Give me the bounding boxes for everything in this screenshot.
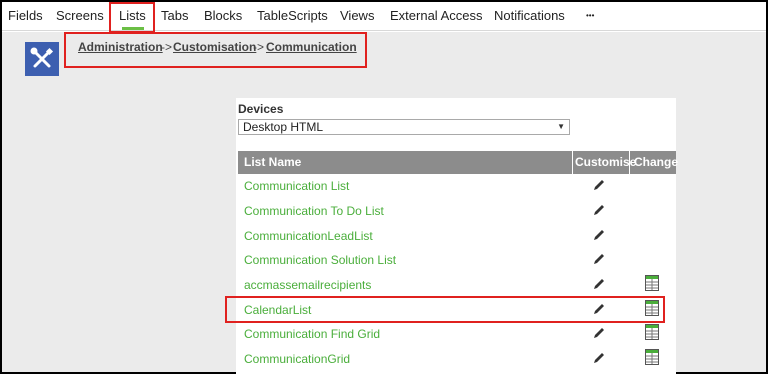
breadcrumb-item-administration[interactable]: Administration — [78, 40, 163, 54]
tab-fields[interactable]: Fields — [8, 8, 43, 23]
tab-screens[interactable]: Screens — [56, 8, 104, 23]
grid-icon[interactable] — [645, 275, 659, 291]
list-name-link[interactable]: CalendarList — [244, 303, 311, 317]
tab-tablescripts[interactable]: TableScripts — [257, 8, 328, 23]
breadcrumb-link[interactable]: Communication — [266, 40, 357, 54]
breadcrumb-separator: -> — [161, 40, 173, 54]
pencil-icon[interactable] — [592, 228, 606, 242]
grid-icon[interactable] — [645, 349, 659, 365]
table-row: Communication Solution List — [238, 248, 676, 272]
table-row: CommunicationLeadList — [238, 224, 676, 248]
pencil-icon[interactable] — [592, 277, 606, 291]
pencil-icon[interactable] — [592, 203, 606, 217]
column-header-list-name[interactable]: List Name — [244, 155, 301, 169]
chevron-down-icon: ▼ — [557, 122, 565, 131]
tools-icon — [25, 42, 59, 76]
tab-notifications[interactable]: Notifications — [494, 8, 565, 23]
pencil-icon[interactable] — [592, 302, 606, 316]
column-header-customise[interactable]: Customise — [575, 155, 636, 169]
devices-label: Devices — [238, 102, 284, 116]
breadcrumb-link[interactable]: Administration — [78, 40, 163, 54]
list-name-link[interactable]: CommunicationGrid — [244, 352, 350, 366]
pencil-icon[interactable] — [592, 326, 606, 340]
table-header: List Name Customise Change — [238, 151, 678, 174]
table-row: Communication List — [238, 174, 676, 198]
table-row: Communication To Do List — [238, 199, 676, 223]
breadcrumb-item-customisation[interactable]: Customisation — [173, 40, 256, 54]
breadcrumb-separator: -> — [253, 40, 265, 54]
devices-select-value: Desktop HTML — [243, 120, 324, 134]
top-nav: Fields Screens Lists Tabs Blocks TableSc… — [2, 2, 766, 31]
tab-external-access[interactable]: External Access — [390, 8, 483, 23]
breadcrumb-item-communication[interactable]: Communication — [266, 40, 357, 54]
list-name-link[interactable]: CommunicationLeadList — [244, 229, 373, 243]
table-row: CommunicationGrid — [238, 347, 676, 371]
table-row: CalendarList — [238, 298, 676, 322]
tab-views[interactable]: Views — [340, 8, 374, 23]
active-tab-indicator — [122, 27, 144, 30]
breadcrumb-link[interactable]: Customisation — [173, 40, 256, 54]
grid-icon[interactable] — [645, 324, 659, 340]
grid-icon[interactable] — [645, 300, 659, 316]
more-tabs-icon[interactable]: ••• — [586, 11, 594, 20]
tab-tabs[interactable]: Tabs — [161, 8, 188, 23]
pencil-icon[interactable] — [592, 351, 606, 365]
list-name-link[interactable]: Communication To Do List — [244, 204, 384, 218]
column-divider — [572, 151, 573, 174]
table-row: accmassemailrecipients — [238, 273, 676, 297]
list-name-link[interactable]: Communication List — [244, 179, 349, 193]
column-divider — [629, 151, 630, 174]
column-header-change[interactable]: Change — [634, 155, 678, 169]
table-row: Communication Find Grid — [238, 322, 676, 346]
pencil-icon[interactable] — [592, 252, 606, 266]
list-name-link[interactable]: Communication Find Grid — [244, 327, 380, 341]
list-name-link[interactable]: accmassemailrecipients — [244, 278, 371, 292]
list-name-link[interactable]: Communication Solution List — [244, 253, 396, 267]
tab-lists[interactable]: Lists — [119, 8, 146, 23]
tab-blocks[interactable]: Blocks — [204, 8, 242, 23]
pencil-icon[interactable] — [592, 178, 606, 192]
devices-select[interactable]: Desktop HTML ▼ — [238, 119, 570, 135]
